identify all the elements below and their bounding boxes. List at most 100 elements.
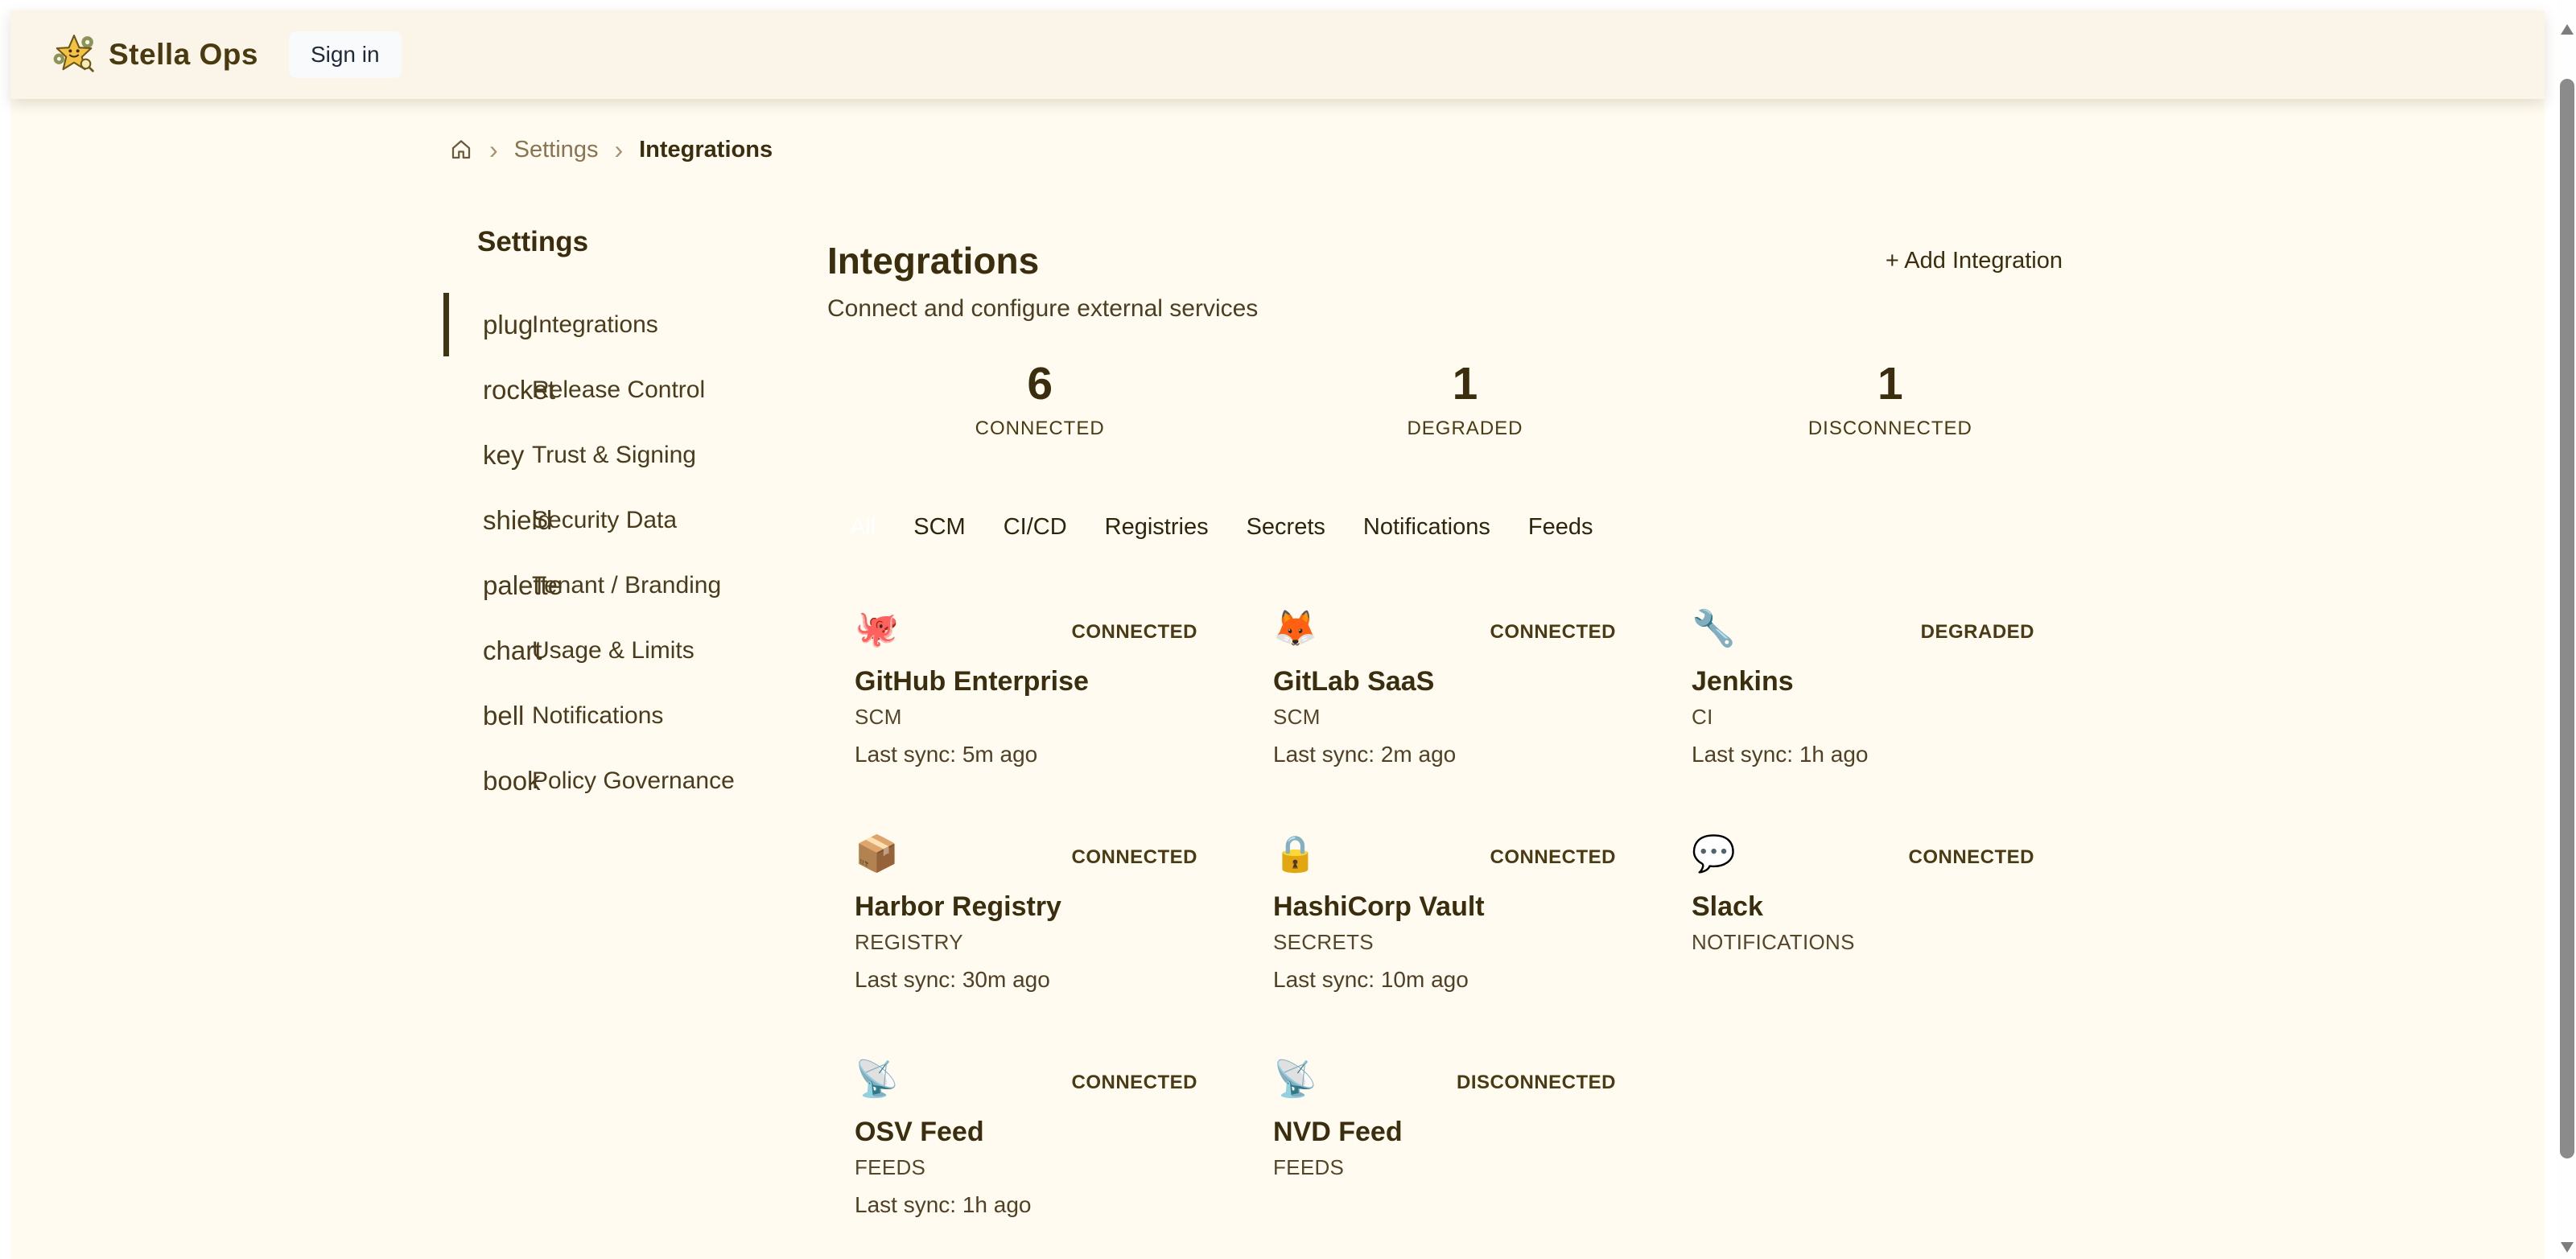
integration-icon: 📦 [855,833,899,875]
sidebar-item-icon: key [483,440,524,471]
category-tabs: All SCM CI/CD Registries Secrets Notification… [827,514,2103,541]
stat-label: CONNECTED [827,418,1252,440]
integration-icon: 🦊 [1273,608,1317,650]
integration-name: HashiCorp Vault [1273,891,1616,923]
integration-name: Jenkins [1692,666,2034,697]
sidebar-item-label: Trust & Signing [532,442,696,469]
sidebar-item-icon: shield [483,505,552,536]
sidebar-nav-item[interactable]: Integrations plug [445,295,827,354]
app-window: Stella Ops Sign in › Settings › Integrat… [10,10,2545,1259]
scrollbar-up-arrow-icon[interactable] [2561,24,2574,35]
sign-in-button[interactable]: Sign in [289,31,402,78]
breadcrumb-separator: › [489,135,498,165]
sidebar-item-label: Notifications [532,702,663,730]
status-badge: CONNECTED [1071,1072,1197,1094]
integration-card[interactable]: 📡 OSV Feed FEEDS Last sync: 1h ago CONNE… [827,1052,1197,1231]
sidebar-nav-item[interactable]: Release Control rocket [445,360,827,419]
stat-value: 1 [1252,360,1677,408]
stats-row: 6 CONNECTED 1 DEGRADED 1 DISCONNECTED [827,360,2103,440]
sidebar-item-icon: plug [483,310,533,340]
status-badge: DEGRADED [1921,621,2034,644]
status-badge: DISCONNECTED [1457,1072,1616,1094]
integration-category: FEEDS [855,1155,1197,1180]
integration-name: NVD Feed [1273,1117,1616,1148]
status-badge: CONNECTED [1490,621,1616,644]
sidebar-nav-item[interactable]: Usage & Limits chart [445,621,827,680]
sidebar-nav-item[interactable]: Security Data shield [445,491,827,549]
stat-label: DEGRADED [1252,418,1677,440]
content-wrapper: Settings Integrations plug Release Contr… [445,167,2103,1231]
integration-card[interactable]: 💬 Slack NOTIFICATIONS CONNECTED [1664,827,2034,1006]
sidebar-item-icon: rocket [483,375,555,405]
integration-last-sync: Last sync: 10m ago [1273,967,1616,993]
sidebar-nav-item[interactable]: Trust & Signing key [445,426,827,484]
integration-card[interactable]: 🔧 Jenkins CI Last sync: 1h ago DEGRADED [1664,602,2034,780]
breadcrumb-link-settings[interactable]: Settings [514,137,599,163]
integration-category: FEEDS [1273,1155,1616,1180]
sidebar-item-label: Integrations [532,311,658,339]
integration-icon: 🔒 [1273,833,1317,875]
page-subtitle: Connect and configure external services [827,295,1258,323]
sidebar-heading: Settings [477,226,827,258]
stat-label: DISCONNECTED [1678,418,2103,440]
main-content: Integrations Connect and configure exter… [827,167,2103,1231]
sidebar-item-icon: book [483,766,541,796]
integration-category: CI [1692,705,2034,730]
sidebar-nav-item[interactable]: Tenant / Branding palette [445,556,827,615]
breadcrumb-current-page: Integrations [639,137,773,163]
integration-category: SECRETS [1273,930,1616,955]
category-tab[interactable]: Secrets [1247,514,1325,541]
page-title: Integrations [827,239,1258,282]
sidebar-item-label: Policy Governance [532,767,735,795]
breadcrumb: › Settings › Integrations [10,99,2545,167]
integration-card[interactable]: 🔒 HashiCorp Vault SECRETS Last sync: 10m… [1246,827,1616,1006]
category-tab[interactable]: All [850,514,876,541]
integration-card[interactable]: 📡 NVD Feed FEEDS DISCONNECTED [1246,1052,1616,1231]
stella-ops-logo-icon [52,33,96,76]
category-tab[interactable]: Feeds [1528,514,1593,541]
integration-category: SCM [855,705,1197,730]
category-tab[interactable]: SCM [913,514,965,541]
scrollbar-down-arrow-icon[interactable] [2561,1242,2574,1253]
integration-last-sync: Last sync: 2m ago [1273,742,1616,767]
integration-icon: 🔧 [1692,608,1736,650]
integration-icon: 📡 [1273,1059,1317,1101]
stat-value: 1 [1678,360,2103,408]
scrollbar-thumb[interactable] [2560,79,2574,1158]
add-integration-button[interactable]: + Add Integration [1881,247,2067,275]
home-icon[interactable] [449,138,473,162]
status-badge: CONNECTED [1908,846,2034,869]
category-tab[interactable]: Registries [1105,514,1209,541]
integration-card[interactable]: 🦊 GitLab SaaS SCM Last sync: 2m ago CONN… [1246,602,1616,780]
stat-value: 6 [827,360,1252,408]
status-badge: CONNECTED [1490,846,1616,869]
sidebar-nav-item[interactable]: Policy Governance book [445,751,827,810]
integration-name: GitHub Enterprise [855,666,1197,697]
sidebar-item-label: Usage & Limits [532,637,694,664]
sidebar-item-icon: bell [483,701,524,731]
integration-card[interactable]: 📦 Harbor Registry REGISTRY Last sync: 30… [827,827,1197,1006]
integration-name: OSV Feed [855,1117,1197,1148]
category-tab[interactable]: Notifications [1363,514,1490,541]
sidebar-nav-item[interactable]: Notifications bell [445,686,827,745]
integration-icon: 📡 [855,1059,899,1101]
app-title: Stella Ops [109,38,258,72]
settings-sidebar: Settings Integrations plug Release Contr… [445,167,827,1231]
page-header: Integrations Connect and configure exter… [827,239,2103,323]
page-background: › Settings › Integrations Settings Integ… [10,99,2545,1259]
sidebar-item-icon: chart [483,636,542,666]
integration-last-sync: Last sync: 30m ago [855,967,1197,993]
integration-category: NOTIFICATIONS [1692,930,2034,955]
scrollbar[interactable] [2558,0,2576,1259]
breadcrumb-separator: › [614,135,623,165]
top-bar: Stella Ops Sign in [10,10,2545,99]
category-tab[interactable]: CI/CD [1004,514,1067,541]
sidebar-item-label: Release Control [532,376,705,404]
integrations-grid: 🐙 GitHub Enterprise SCM Last sync: 5m ag… [827,602,2103,1231]
integration-card[interactable]: 🐙 GitHub Enterprise SCM Last sync: 5m ag… [827,602,1197,780]
integration-icon: 💬 [1692,833,1736,875]
integration-name: Slack [1692,891,2034,923]
stat-block: 1 DISCONNECTED [1678,360,2103,440]
stat-block: 1 DEGRADED [1252,360,1677,440]
integration-name: Harbor Registry [855,891,1197,923]
